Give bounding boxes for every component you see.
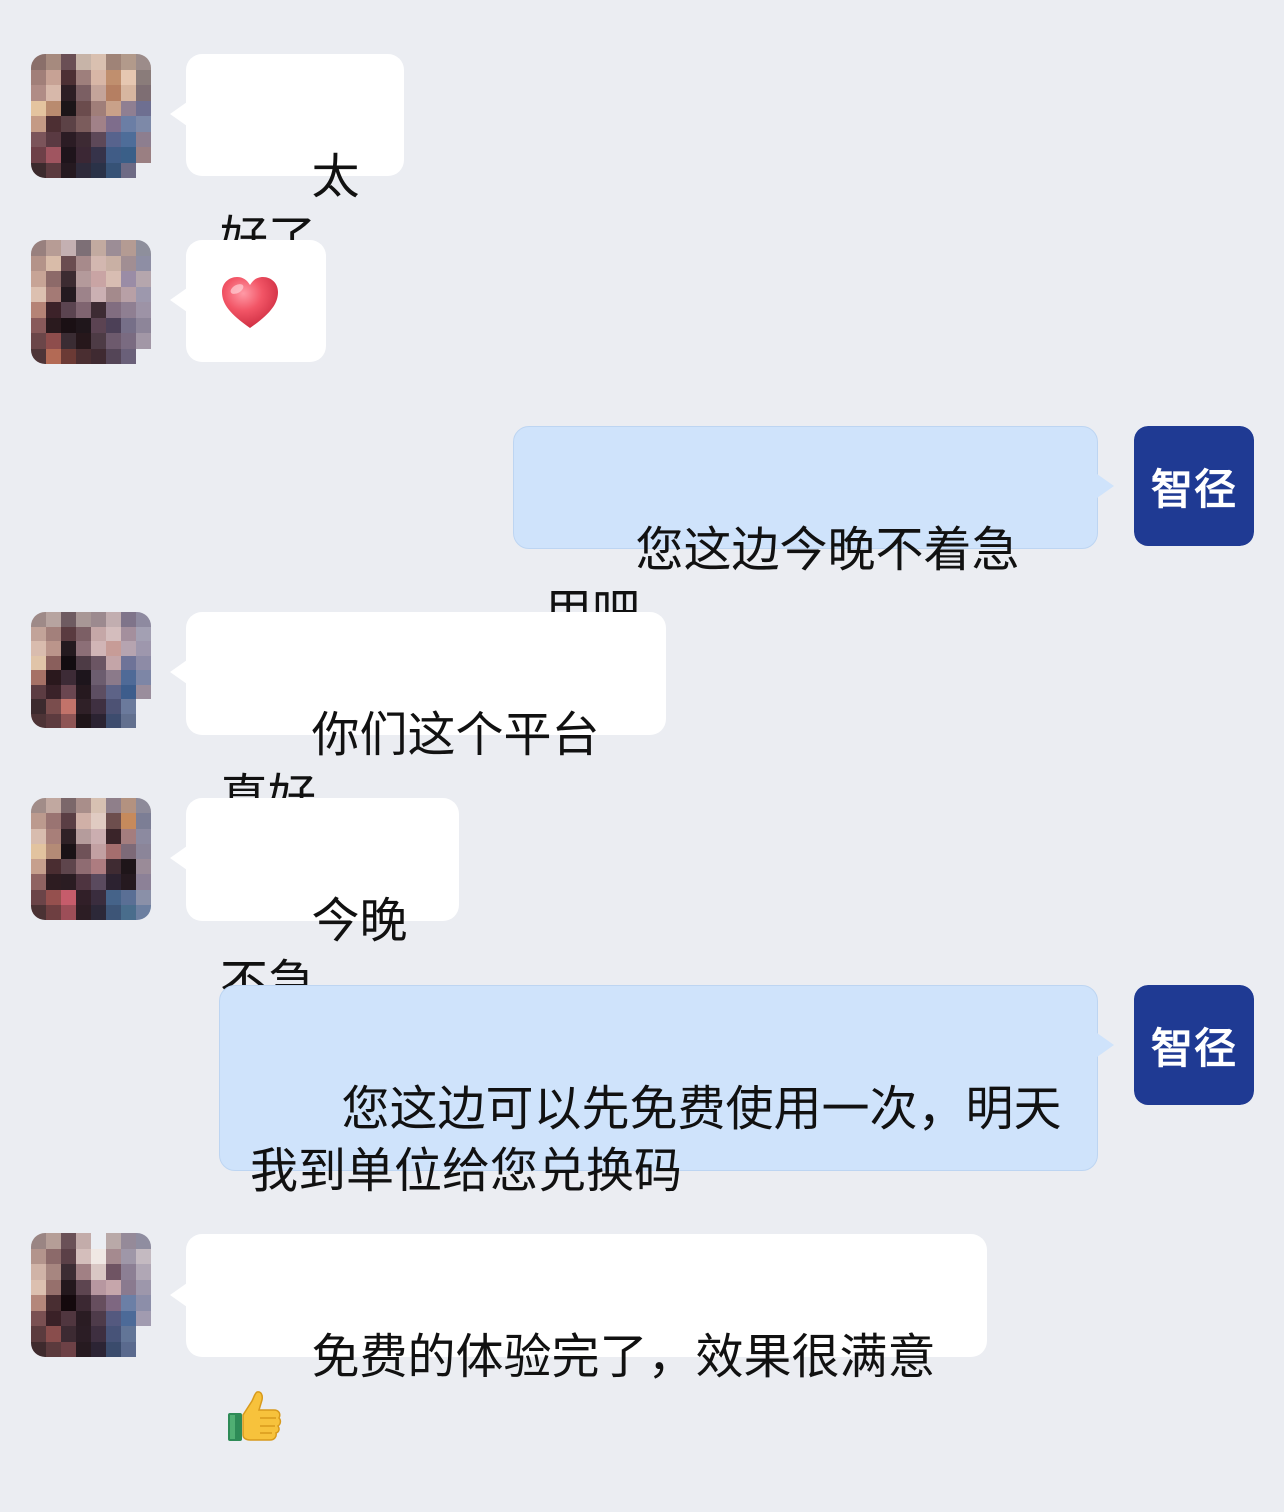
message-bubble[interactable]: 您这边可以先免费使用一次，明天 我到单位给您兑换码 [219, 985, 1098, 1199]
bubble-tail [170, 846, 187, 870]
avatar-label: 智径 [1150, 464, 1237, 514]
avatar[interactable] [31, 1233, 151, 1357]
brand-avatar: 智径 [1134, 985, 1254, 1105]
blurred-avatar-image [31, 1233, 151, 1357]
bubble-tail [170, 1283, 187, 1307]
message-bubble[interactable]: 今晚不急 [186, 798, 459, 1011]
bubble-tail [1097, 474, 1114, 498]
thumbs-up-icon [228, 1391, 282, 1441]
bubble-tail [1097, 1033, 1114, 1057]
brand-avatar: 智径 [1134, 426, 1254, 546]
avatar[interactable] [31, 798, 151, 920]
message-bubble[interactable]: 太好了 [186, 54, 404, 267]
red-heart-icon [222, 277, 278, 328]
message-text: 您这边可以先免费使用一次，明天 我到单位给您兑换码 [250, 1081, 1062, 1199]
blurred-avatar-image [31, 798, 151, 920]
bubble-tail [170, 102, 187, 126]
chat-thread[interactable]: 太好了 您这边今晚不着急 智径 你们这个平台真好 今晚不急 您这边可以先免费使用… [0, 0, 1284, 1441]
message-bubble[interactable]: 免费的体验完了，效果很满意 [186, 1234, 987, 1441]
avatar[interactable] [31, 612, 151, 728]
message-bubble[interactable] [186, 240, 326, 362]
avatar-label: 智径 [1150, 1023, 1237, 1073]
avatar[interactable] [31, 240, 151, 364]
avatar[interactable] [31, 54, 151, 178]
message-bubble[interactable]: 你们这个平台真好 [186, 612, 666, 825]
blurred-avatar-image [31, 612, 151, 728]
bubble-tail [170, 660, 187, 684]
avatar[interactable]: 智径 [1134, 426, 1254, 546]
blurred-avatar-image [31, 240, 151, 364]
avatar[interactable]: 智径 [1134, 985, 1254, 1105]
message-text: 免费的体验完了，效果很满意 [311, 1329, 936, 1385]
message-bubble[interactable]: 您这边今晚不着急用吧 [513, 426, 1098, 640]
blurred-avatar-image [31, 54, 151, 178]
bubble-tail [170, 288, 187, 312]
